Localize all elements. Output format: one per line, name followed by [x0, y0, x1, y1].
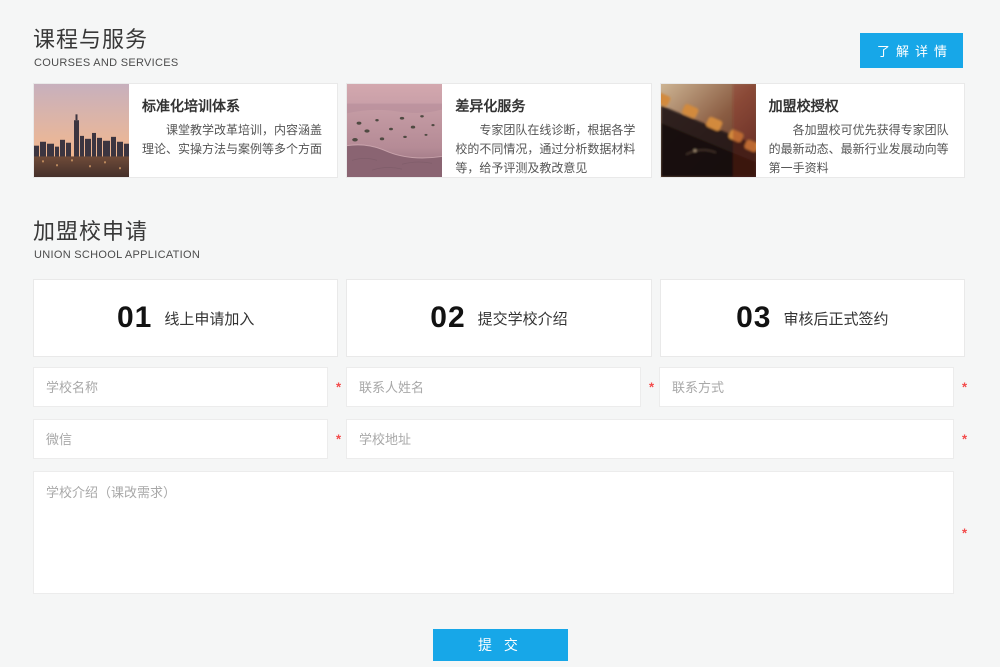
application-form: * * * * * *: [33, 367, 954, 594]
card-standard-training: 标准化培训体系 课堂教学改革培训，内容涵盖理论、实操方法与案例等多个方面: [33, 83, 338, 178]
card-body: 标准化培训体系 课堂教学改革培训，内容涵盖理论、实操方法与案例等多个方面: [129, 84, 337, 177]
step-label: 线上申请加入: [164, 308, 254, 329]
card-description: 课堂教学改革培训，内容涵盖理论、实操方法与案例等多个方面: [142, 121, 324, 159]
card-title: 差异化服务: [455, 96, 637, 116]
step-label: 审核后正式签约: [784, 308, 889, 329]
wechat-input[interactable]: [33, 419, 328, 459]
card-franchise-authorization: 加盟校授权 各加盟校可优先获得专家团队的最新动态、最新行业发展动向等第一手资料: [660, 83, 965, 178]
courses-subtitle: COURSES AND SERVICES: [34, 57, 965, 69]
required-asterisk: *: [962, 381, 967, 394]
film-strip-photo: [661, 84, 756, 177]
step-label: 提交学校介绍: [478, 308, 568, 329]
courses-section-header: 课程与服务 COURSES AND SERVICES 了解详情: [0, 0, 1000, 69]
application-section-header: 加盟校申请 UNION SCHOOL APPLICATION: [0, 178, 1000, 261]
wechat-field-wrap: *: [33, 419, 328, 459]
card-body: 差异化服务 专家团队在线诊断，根据各学校的不同情况，通过分析数据材料等，给予评测…: [442, 84, 650, 177]
contact-name-input[interactable]: [346, 367, 641, 407]
course-cards: 标准化培训体系 课堂教学改革培训，内容涵盖理论、实操方法与案例等多个方面: [33, 83, 965, 178]
school-intro-textarea[interactable]: [33, 471, 954, 594]
step-number: 01: [117, 301, 152, 335]
city-skyline-photo: [34, 84, 129, 177]
learn-more-button[interactable]: 了解详情: [860, 33, 963, 68]
school-intro-field-wrap: *: [33, 471, 954, 594]
required-asterisk: *: [336, 433, 341, 446]
required-asterisk: *: [962, 526, 967, 539]
application-steps: 01 线上申请加入 02 提交学校介绍 03 审核后正式签约: [33, 279, 965, 357]
contact-name-field-wrap: *: [346, 367, 641, 407]
school-address-field-wrap: *: [346, 419, 954, 459]
card-body: 加盟校授权 各加盟校可优先获得专家团队的最新动态、最新行业发展动向等第一手资料: [756, 84, 964, 177]
desert-dunes-photo: [347, 84, 442, 177]
required-asterisk: *: [962, 433, 967, 446]
school-name-input[interactable]: [33, 367, 328, 407]
school-address-input[interactable]: [346, 419, 954, 459]
required-asterisk: *: [649, 381, 654, 394]
submit-row: 提 交: [0, 629, 1000, 661]
card-differentiated-service: 差异化服务 专家团队在线诊断，根据各学校的不同情况，通过分析数据材料等，给予评测…: [346, 83, 651, 178]
step-3: 03 审核后正式签约: [660, 279, 965, 357]
application-title: 加盟校申请: [33, 214, 965, 246]
courses-title: 课程与服务: [33, 22, 965, 54]
card-description: 专家团队在线诊断，根据各学校的不同情况，通过分析数据材料等，给予评测及教改意见: [455, 121, 637, 178]
submit-button[interactable]: 提 交: [433, 629, 568, 661]
step-number: 03: [736, 301, 771, 335]
card-title: 标准化培训体系: [142, 96, 324, 116]
step-2: 02 提交学校介绍: [346, 279, 651, 357]
card-description: 各加盟校可优先获得专家团队的最新动态、最新行业发展动向等第一手资料: [769, 121, 951, 178]
step-1: 01 线上申请加入: [33, 279, 338, 357]
contact-method-input[interactable]: [659, 367, 954, 407]
application-subtitle: UNION SCHOOL APPLICATION: [34, 249, 965, 261]
step-number: 02: [430, 301, 465, 335]
school-name-field-wrap: *: [33, 367, 328, 407]
card-title: 加盟校授权: [769, 96, 951, 116]
contact-method-field-wrap: *: [659, 367, 954, 407]
required-asterisk: *: [336, 381, 341, 394]
